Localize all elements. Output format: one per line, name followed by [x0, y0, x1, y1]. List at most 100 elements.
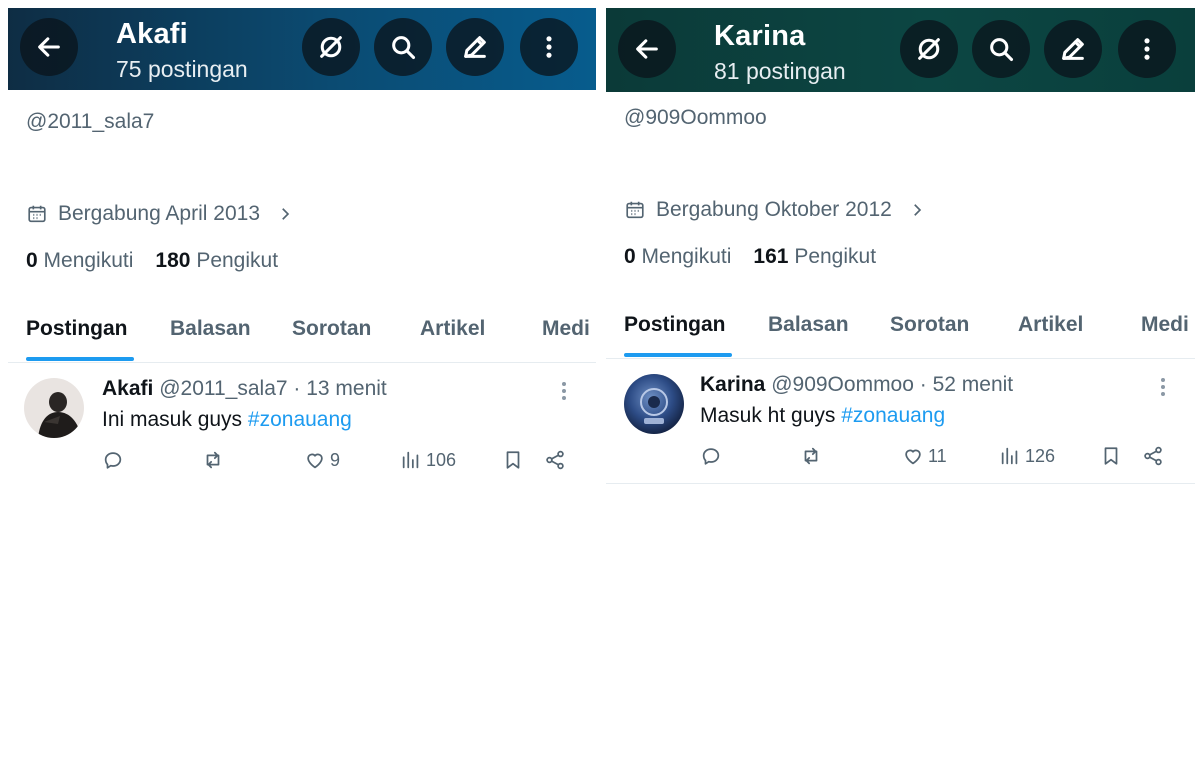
follow-stats: 0 Mengikuti 161 Pengikut — [624, 245, 876, 269]
profile-handle: @2011_sala7 — [26, 110, 155, 133]
views-icon — [402, 451, 419, 469]
share-button[interactable] — [1142, 445, 1164, 467]
search-button[interactable] — [972, 20, 1030, 78]
retweet-button[interactable] — [202, 449, 224, 471]
avatar-image — [24, 378, 84, 438]
tab-media[interactable]: Medi — [1141, 313, 1189, 337]
bookmark-icon — [506, 451, 520, 469]
followers-link[interactable]: 180 Pengikut — [155, 249, 278, 273]
share-icon — [1144, 446, 1162, 466]
joined-date[interactable]: Bergabung April 2013 — [26, 202, 294, 226]
edit-icon — [1062, 38, 1084, 60]
grok-icon — [918, 38, 940, 60]
tweet-body: Masuk ht guys — [700, 404, 842, 427]
tweet-header: Karina @909Oommoo · 52 menit — [700, 373, 1013, 397]
edit-button[interactable] — [1044, 20, 1102, 78]
chevron-right-icon — [282, 208, 290, 220]
reply-button[interactable] — [102, 449, 124, 471]
back-arrow-icon — [636, 39, 658, 59]
profile-panel-karina: Karina 81 postingan @909Oommoo Bergabung… — [606, 0, 1195, 759]
header-name: Karina — [714, 20, 806, 52]
tab-postingan[interactable]: Postingan — [624, 313, 726, 337]
grok-button[interactable] — [900, 20, 958, 78]
hashtag-link[interactable]: #zonauang — [841, 404, 945, 427]
followers-label: Pengikut — [196, 249, 279, 272]
reply-button[interactable] — [700, 445, 722, 467]
header-post-count: 81 postingan — [714, 58, 846, 84]
tweet-body: Ini masuk guys — [102, 408, 248, 431]
joined-date[interactable]: Bergabung Oktober 2012 — [624, 198, 926, 222]
joined-text: Bergabung April 2013 — [58, 202, 260, 225]
tweet-text: Ini masuk guys #zonauang — [102, 408, 352, 432]
tweet-author-name[interactable]: Akafi — [102, 377, 153, 400]
tabs-divider — [8, 362, 596, 363]
like-button[interactable]: 9 — [304, 449, 340, 471]
hashtag-link[interactable]: #zonauang — [248, 408, 352, 431]
avatar[interactable] — [624, 374, 684, 434]
tab-balasan[interactable]: Balasan — [768, 313, 849, 337]
tweet-divider — [606, 483, 1195, 484]
profile-header: Akafi 75 postingan — [8, 8, 596, 90]
following-count: 0 — [26, 249, 38, 272]
views-count: 126 — [1025, 445, 1056, 466]
active-tab-indicator — [624, 353, 732, 357]
calendar-icon — [626, 201, 644, 219]
like-button[interactable]: 11 — [902, 445, 947, 467]
followers-link[interactable]: 161 Pengikut — [753, 245, 876, 269]
views-button[interactable]: 126 — [999, 445, 1055, 467]
share-button[interactable] — [544, 449, 566, 471]
search-icon — [990, 38, 1014, 62]
tweet-author-name[interactable]: Karina — [700, 373, 765, 396]
following-label: Mengikuti — [43, 249, 134, 272]
like-icon — [307, 453, 323, 469]
avatar[interactable] — [24, 378, 84, 438]
tab-artikel[interactable]: Artikel — [420, 317, 485, 341]
more-options-button[interactable] — [520, 18, 578, 76]
more-vertical-icon — [1144, 38, 1150, 60]
tab-sorotan[interactable]: Sorotan — [292, 317, 371, 341]
like-icon — [905, 449, 921, 465]
like-count: 11 — [928, 445, 947, 466]
followers-label: Pengikut — [794, 245, 877, 268]
tab-media[interactable]: Medi — [542, 317, 590, 341]
edit-button[interactable] — [446, 18, 504, 76]
like-count: 9 — [330, 449, 341, 470]
grok-icon — [320, 36, 342, 58]
retweet-icon — [804, 447, 818, 465]
tweet-header: Akafi @2011_sala7 · 13 menit — [102, 377, 387, 401]
tab-balasan[interactable]: Balasan — [170, 317, 251, 341]
reply-icon — [702, 448, 720, 465]
following-link[interactable]: 0 Mengikuti — [26, 249, 133, 273]
bookmark-button[interactable] — [502, 449, 524, 471]
retweet-button[interactable] — [800, 445, 822, 467]
tweet-more-button[interactable] — [1153, 374, 1173, 400]
back-button[interactable] — [618, 20, 676, 78]
tweet-meta: @909Oommoo · 52 menit — [771, 373, 1014, 396]
calendar-icon — [28, 205, 46, 223]
views-button[interactable]: 106 — [400, 449, 456, 471]
tweet-more-button[interactable] — [554, 378, 574, 404]
bookmark-button[interactable] — [1100, 445, 1122, 467]
followers-count: 180 — [155, 249, 191, 272]
profile-handle: @909Oommoo — [624, 106, 767, 129]
grok-button[interactable] — [302, 18, 360, 76]
tweet-meta: @2011_sala7 · 13 menit — [159, 377, 387, 400]
followers-count: 161 — [753, 245, 789, 268]
tab-sorotan[interactable]: Sorotan — [890, 313, 969, 337]
search-icon — [392, 36, 416, 60]
tabs-divider — [606, 358, 1195, 359]
more-options-button[interactable] — [1118, 20, 1176, 78]
search-button[interactable] — [374, 18, 432, 76]
tweet-text: Masuk ht guys #zonauang — [700, 404, 945, 428]
tab-postingan[interactable]: Postingan — [26, 317, 128, 341]
header-name: Akafi — [116, 18, 188, 50]
avatar-image — [624, 374, 684, 434]
tab-artikel[interactable]: Artikel — [1018, 313, 1083, 337]
following-link[interactable]: 0 Mengikuti — [624, 245, 731, 269]
active-tab-indicator — [26, 357, 134, 361]
edit-icon — [464, 36, 486, 58]
views-icon — [1001, 447, 1018, 465]
following-label: Mengikuti — [641, 245, 732, 268]
back-button[interactable] — [20, 18, 78, 76]
profile-header: Karina 81 postingan — [606, 8, 1195, 92]
